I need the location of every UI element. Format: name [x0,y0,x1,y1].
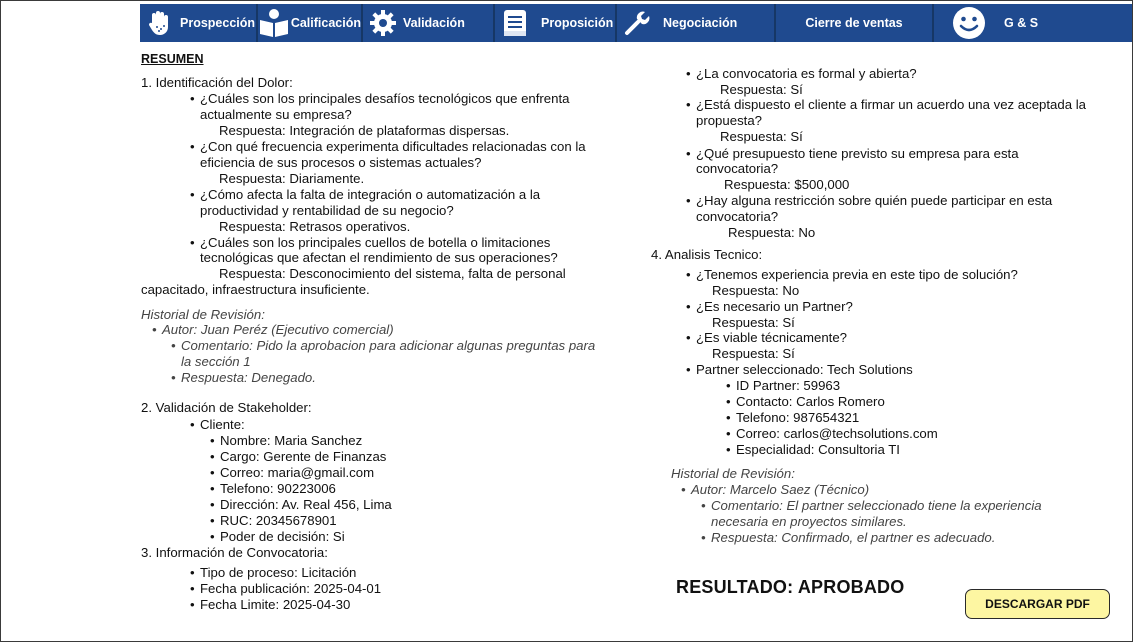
question-cont: eficiencia de sus procesos o sistemas ac… [200,155,482,170]
result-status: RESULTADO: APROBADO [676,577,905,597]
revision-history-title: Historial de Revisión: [671,466,795,481]
question: ¿Qué presupuesto tiene previsto su empre… [686,146,1019,162]
list-item: ID Partner: 59963 [726,378,840,394]
summary-content: RESUMEN 1. Identificación del Dolor: ¿Cu… [0,0,1133,642]
question: ¿Cuáles son los principales cuellos de b… [190,235,550,251]
question: ¿La convocatoria es formal y abierta? [686,66,917,82]
section-heading: 4. Analisis Tecnico: [651,247,763,262]
question-cont: convocatoria? [696,209,779,224]
answer-cont: capacitado, infraestructura insuficiente… [141,282,370,297]
answer: Respuesta: $500,000 [724,177,850,192]
question-cont: actualmente su empresa? [200,107,352,122]
question: ¿Cuáles son los principales desafíos tec… [190,91,569,107]
revision-author: Autor: Marcelo Saez (Técnico) [681,482,869,498]
list-item: Tipo de proceso: Licitación [190,565,356,581]
answer: Respuesta: Sí [720,129,803,144]
list-item: Especialidad: Consultoria TI [726,442,900,458]
list-item: Fecha publicación: 2025-04-01 [190,581,381,597]
revision-comment-cont: la sección 1 [181,354,251,369]
answer: Respuesta: No [712,283,800,298]
revision-author: Autor: Juan Peréz (Ejecutivo comercial) [152,322,394,338]
list-item: Nombre: Maria Sanchez [210,433,362,449]
question-cont: tecnológicas que afectan el rendimiento … [200,250,558,265]
question-cont: productividad y rentabilidad de su negoc… [200,203,454,218]
section-heading: 3. Información de Convocatoria: [141,545,328,560]
question-cont: convocatoria? [696,161,779,176]
answer: Respuesta: Desconocimiento del sistema, … [219,266,566,281]
question: ¿Tenemos experiencia previa en este tipo… [686,267,1018,283]
revision-response: Respuesta: Confirmado, el partner es ade… [701,530,995,546]
question: ¿Cómo afecta la falta de integración o a… [190,187,540,203]
section-heading: 2. Validación de Stakeholder: [141,400,312,415]
answer: Respuesta: No [728,225,816,240]
revision-comment: Comentario: Pido la aprobacion para adic… [171,338,595,354]
section-heading: 1. Identificación del Dolor: [141,75,293,90]
list-item: Partner seleccionado: Tech Solutions [686,362,913,378]
question: ¿Está dispuesto el cliente a firmar un a… [686,97,1086,113]
list-item: Contacto: Carlos Romero [726,394,885,410]
list-item: Telefono: 90223006 [210,481,336,497]
list-item: Cargo: Gerente de Finanzas [210,449,386,465]
question: ¿Es viable técnicamente? [686,330,847,346]
summary-title: RESUMEN [141,52,204,66]
question-cont: propuesta? [696,113,762,128]
list-item: Dirección: Av. Real 456, Lima [210,497,392,513]
answer: Respuesta: Integración de plataformas di… [219,123,510,138]
list-item: Poder de decisión: Si [210,529,345,545]
list-item: Telefono: 987654321 [726,410,859,426]
list-item: Fecha Limite: 2025-04-30 [190,597,350,613]
question: ¿Es necesario un Partner? [686,299,853,315]
question: ¿Hay alguna restricción sobre quién pued… [686,193,1052,209]
answer: Respuesta: Diariamente. [219,171,365,186]
answer: Respuesta: Retrasos operativos. [219,219,411,234]
revision-comment-cont: necesaria en proyectos similares. [711,514,907,529]
revision-comment: Comentario: El partner seleccionado tien… [701,498,1042,514]
answer: Respuesta: Sí [712,315,795,330]
question: ¿Con qué frecuencia experimenta dificult… [190,139,586,155]
download-pdf-button[interactable]: DESCARGAR PDF [965,589,1110,619]
list-item: Cliente: [190,417,245,433]
revision-history-title: Historial de Revisión: [141,307,265,322]
answer: Respuesta: Sí [712,346,795,361]
list-item: RUC: 20345678901 [210,513,337,529]
list-item: Correo: maria@gmail.com [210,465,374,481]
revision-response: Respuesta: Denegado. [171,370,316,386]
list-item: Correo: carlos@techsolutions.com [726,426,938,442]
answer: Respuesta: Sí [720,82,803,97]
